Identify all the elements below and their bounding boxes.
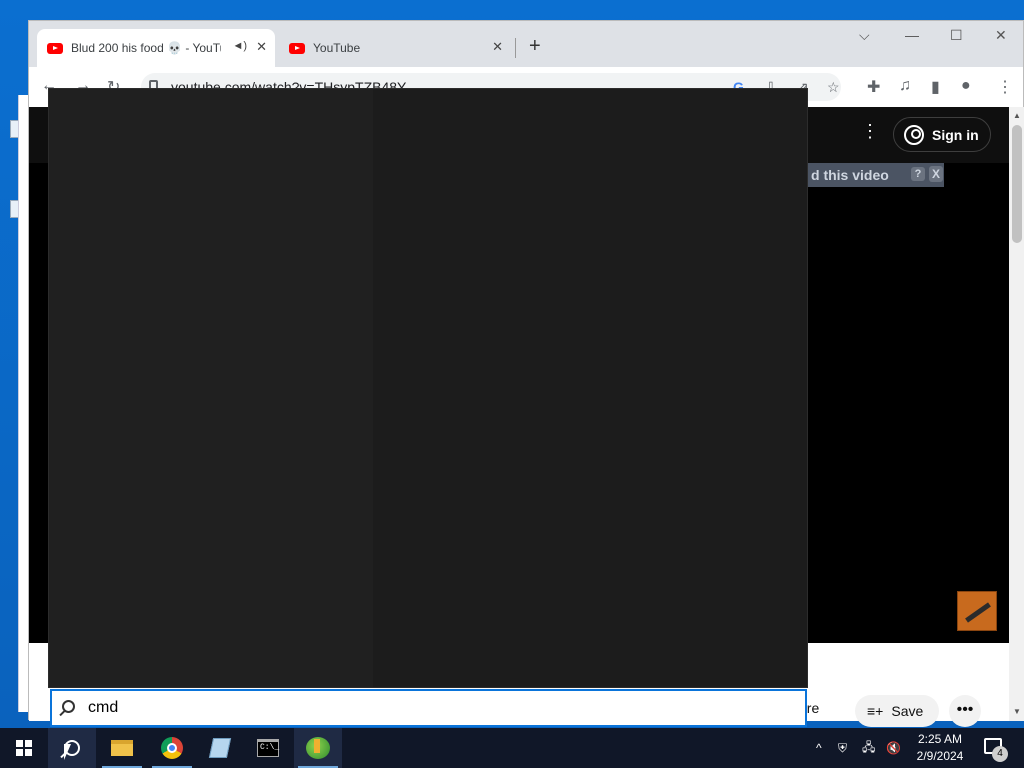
more-actions-button[interactable]: ••• [949,695,981,727]
sign-in-label: Sign in [932,126,979,143]
annotation-help-button[interactable]: ? [911,167,925,181]
taskbar: C:\_ ^ ⛨ 🖧 🔇 2:25 AM 2/9/2024 4 [0,728,1024,768]
tab-youtube-video[interactable]: Blud 200 his food 💀 - YouTube ◄) ✕ [37,29,275,67]
annotation-close-button[interactable]: X [929,166,943,182]
clock-date: 2/9/2024 [916,749,964,763]
annotation-bar[interactable]: d this video ? X [799,163,944,187]
bookmark-star-icon[interactable]: ☆ [827,79,840,96]
scrollbar-thumb[interactable] [1012,125,1022,243]
volume-muted-icon[interactable]: 🔇 [886,728,901,768]
taskbar-file-explorer[interactable] [98,728,146,768]
search-results-pane [49,89,373,687]
security-icon[interactable]: ⛨ [838,728,847,768]
youtube-favicon-icon [289,42,305,54]
network-icon[interactable]: 🖧 [862,728,875,768]
search-flyout [48,88,808,688]
taskbar-notepad[interactable] [196,728,244,768]
browser-menu-icon[interactable]: ⋮ [997,77,1013,97]
page-scrollbar[interactable]: ▲ ▼ [1009,107,1024,721]
notification-count-badge: 4 [992,746,1008,762]
close-tab-icon[interactable]: ✕ [256,39,267,55]
windows-logo-icon [16,740,32,756]
close-window-button[interactable]: ✕ [995,27,1007,44]
tab-search-icon[interactable]: ⌵ [859,27,870,44]
taskbar-idm[interactable] [294,728,342,768]
mouse-cursor [64,744,78,760]
start-button[interactable] [0,728,48,768]
extensions-icon[interactable]: ✚ [867,77,880,97]
tab-strip: Blud 200 his food 💀 - YouTube ◄) ✕ YouTu… [29,21,1023,67]
tab-separator [515,38,516,58]
close-tab-icon[interactable]: ✕ [492,39,503,55]
cmd-icon: C:\_ [257,739,279,757]
minimize-button[interactable]: — [905,27,919,43]
tab-title: YouTube [313,41,361,55]
show-hidden-icons-button[interactable]: ^ [816,728,822,768]
search-input[interactable] [88,697,788,719]
new-tab-button[interactable]: + [529,35,541,58]
scroll-up-icon[interactable]: ▲ [1013,111,1021,120]
save-button[interactable]: ≡+ Save [855,695,939,727]
scroll-down-icon[interactable]: ▼ [1013,707,1021,716]
clock[interactable]: 2:25 AM 2/9/2024 [906,731,974,765]
folder-icon [111,740,133,756]
notepad-icon [208,738,232,758]
taskbar-chrome[interactable] [148,728,196,768]
tab-youtube[interactable]: YouTube ✕ [279,29,511,67]
settings-menu-icon[interactable]: ⋮ [861,121,879,142]
sign-in-button[interactable]: Sign in [893,117,991,152]
side-panel-icon[interactable]: ▮ [931,77,940,97]
save-label: Save [891,703,924,719]
media-controls-icon[interactable]: ♫ [899,77,911,95]
idm-icon [306,737,330,759]
maximize-button[interactable]: ☐ [950,27,963,44]
taskbar-cmd[interactable]: C:\_ [244,728,292,768]
tab-title: Blud 200 his food 💀 - YouTube [71,41,221,55]
annotation-text: d this video [811,167,889,183]
taskbar-search-box[interactable] [50,689,807,727]
youtube-favicon-icon [47,42,63,54]
search-icon [62,700,75,713]
profile-icon[interactable]: ● [961,77,971,95]
speaker-icon[interactable]: ◄) [232,40,247,52]
playlist-add-icon: ≡+ [867,703,884,719]
channel-thumbnail[interactable] [957,591,997,631]
clock-time: 2:25 AM [917,732,963,746]
chrome-icon [161,737,183,759]
account-icon [904,124,924,145]
